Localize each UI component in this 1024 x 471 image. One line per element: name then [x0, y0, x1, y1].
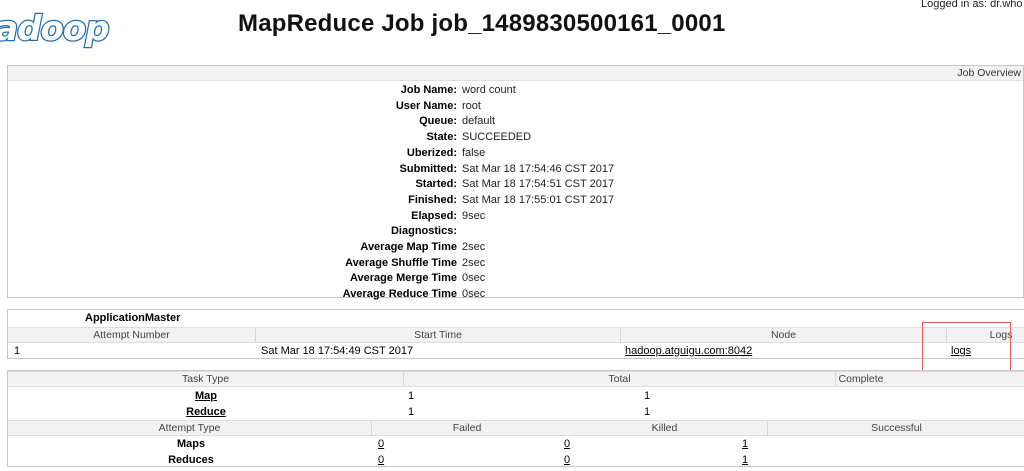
- job-overview-header: Job Overview: [8, 66, 1023, 81]
- column-header-successful: Successful: [871, 422, 922, 434]
- attempt-type-maps: Maps: [176, 438, 206, 450]
- column-header-attempt-type: Attempt Type: [8, 421, 372, 436]
- overview-value: default: [462, 115, 496, 128]
- reduces-failed-link[interactable]: 0: [378, 453, 384, 468]
- overview-key: Average Merge Time: [350, 272, 457, 285]
- attempt-type-reduces: Reduces: [168, 454, 214, 466]
- overview-row: State: SUCCEEDED: [8, 130, 1023, 145]
- reduces-killed-link[interactable]: 0: [564, 453, 570, 468]
- overview-row: User Name: root: [8, 99, 1023, 114]
- page-title: MapReduce Job job_1489830500161_0001: [238, 10, 726, 37]
- attempt-number-cell: 1: [14, 345, 21, 357]
- overview-key: Job Name:: [400, 84, 457, 96]
- column-header-start-time[interactable]: Start Time: [256, 328, 621, 343]
- overview-value: 0sec: [462, 272, 486, 285]
- overview-row: Started: Sat Mar 18 17:54:51 CST 2017: [8, 177, 1023, 192]
- overview-value: false: [462, 146, 486, 159]
- maps-successful-link[interactable]: 1: [742, 437, 748, 452]
- column-header-task-type: Task Type: [8, 372, 404, 387]
- overview-key: Average Shuffle Time: [345, 256, 457, 269]
- overview-row: Queue: default: [8, 114, 1023, 129]
- maps-failed-link[interactable]: 0: [378, 437, 384, 452]
- overview-key: Diagnostics:: [390, 225, 457, 238]
- overview-key: Elapsed:: [411, 209, 457, 222]
- overview-row: Submitted: Sat Mar 18 17:54:46 CST 2017: [8, 162, 1023, 177]
- task-header-row: Task Type Total Complete: [8, 371, 1024, 387]
- overview-key: Queue:: [419, 115, 457, 128]
- column-header-failed: Failed: [452, 422, 482, 434]
- overview-value: Sat Mar 18 17:55:01 CST 2017: [462, 193, 615, 206]
- application-master-header-row: Attempt Number Start Time Node Logs: [8, 327, 1024, 343]
- overview-key: State:: [426, 131, 457, 144]
- column-header-attempt-number[interactable]: Attempt Number: [8, 328, 256, 343]
- overview-key: Average Map Time: [360, 241, 457, 253]
- login-info: Logged in as: dr.who: [921, 0, 1023, 10]
- overview-row: Average Map Time 2sec: [8, 240, 1023, 255]
- overview-row: Average Merge Time 0sec: [8, 271, 1023, 286]
- overview-value: root: [462, 99, 481, 112]
- overview-key: User Name:: [395, 99, 457, 112]
- overview-value: Sat Mar 18 17:54:46 CST 2017: [462, 162, 615, 175]
- task-counts-panel: Task Type Total Complete Map 1 1 Reduce …: [7, 370, 1024, 467]
- maps-killed-link[interactable]: 0: [564, 437, 570, 452]
- task-type-reduce-link[interactable]: Reduce: [182, 405, 230, 420]
- overview-row: Finished: Sat Mar 18 17:55:01 CST 2017: [8, 193, 1023, 208]
- reduces-successful-link[interactable]: 1: [742, 453, 748, 468]
- overview-value: SUCCEEDED: [462, 131, 532, 144]
- overview-value: 0sec: [462, 288, 486, 301]
- overview-row: Elapsed: 9sec: [8, 209, 1023, 224]
- start-time-cell: Sat Mar 18 17:54:49 CST 2017: [261, 345, 414, 357]
- logo-text: hadoop: [0, 9, 111, 49]
- job-overview-panel: Job Overview Job Name: word count User N…: [7, 65, 1024, 300]
- task-type-map-link[interactable]: Map: [182, 389, 230, 404]
- overview-key: Finished:: [408, 193, 457, 206]
- overview-value: Sat Mar 18 17:54:51 CST 2017: [462, 178, 615, 191]
- overview-key: Submitted:: [399, 162, 457, 175]
- overview-row: Average Reduce Time 0sec: [8, 287, 1023, 302]
- reduce-total-cell: 1: [408, 406, 415, 418]
- overview-value: 9sec: [462, 209, 486, 222]
- column-header-killed: Killed: [562, 421, 768, 436]
- overview-key: Average Reduce Time: [342, 288, 457, 301]
- logs-highlight-box: [922, 322, 1011, 372]
- column-header-complete: Complete: [838, 373, 884, 385]
- overview-value: 2sec: [462, 241, 486, 253]
- node-link[interactable]: hadoop.atguigu.com:8042: [625, 344, 752, 359]
- map-total-cell: 1: [408, 390, 415, 402]
- application-master-panel: ApplicationMaster Attempt Number Start T…: [7, 309, 1024, 359]
- overview-row: Average Shuffle Time 2sec: [8, 256, 1023, 271]
- reduce-complete-cell: 1: [644, 406, 651, 418]
- attempt-header-row: Attempt Type Failed Killed Successful: [8, 420, 1024, 436]
- overview-row: Uberized: false: [8, 146, 1023, 161]
- overview-row: Job Name: word count: [8, 83, 1023, 98]
- hadoop-logo[interactable]: hadoop: [0, 9, 111, 49]
- overview-key: Uberized:: [406, 146, 457, 159]
- application-master-title: ApplicationMaster: [85, 312, 181, 324]
- map-complete-cell: 1: [644, 390, 651, 402]
- overview-key: Started:: [415, 178, 457, 191]
- overview-row: Diagnostics:: [8, 224, 1023, 239]
- overview-value: word count: [462, 84, 516, 96]
- overview-value: 2sec: [462, 256, 486, 269]
- column-header-node[interactable]: Node: [621, 328, 947, 343]
